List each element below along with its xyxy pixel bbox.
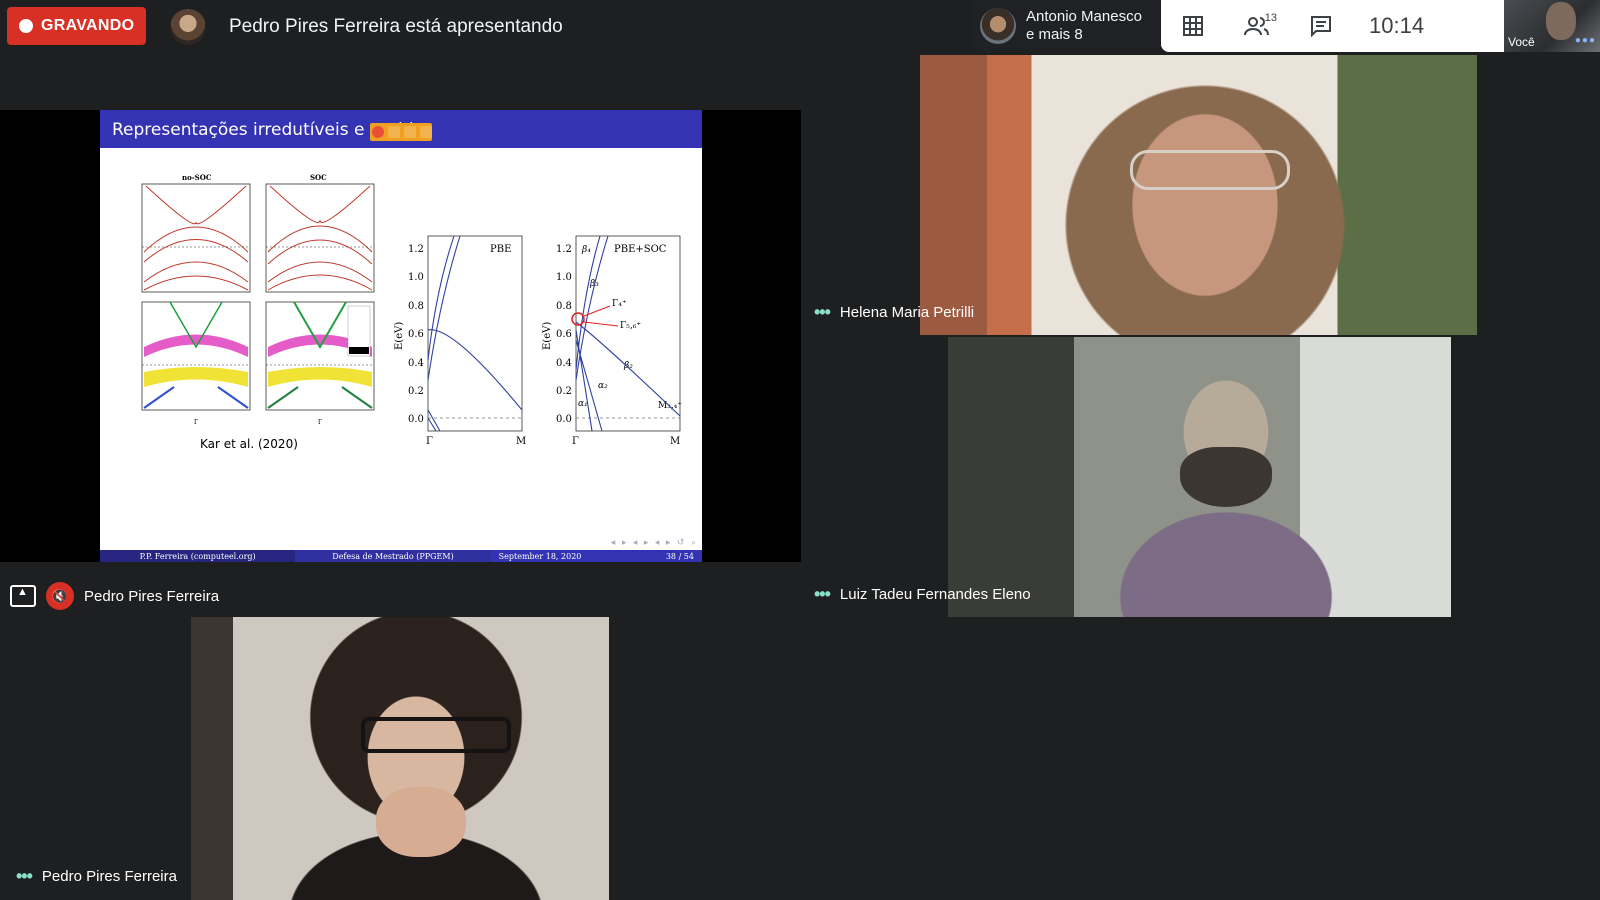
screen-icon <box>420 126 432 138</box>
meeting-clock: 10:14 <box>1369 13 1425 38</box>
panel-label-nosoc: no-SOC <box>182 173 212 182</box>
self-label: Você <box>1508 35 1535 49</box>
chip-more: e mais 8 <box>1026 26 1083 43</box>
pbe-ytick: 0.8 <box>408 301 424 312</box>
participants-chip[interactable]: Antonio Manesco e mais 8 <box>974 0 1160 52</box>
pbe-ytick: 0.4 <box>408 358 424 369</box>
chat-icon <box>1311 16 1331 37</box>
svg-text:α₁: α₁ <box>578 399 588 409</box>
soc-ytick: 0.4 <box>556 358 572 369</box>
participant-name: Helena Maria Petrilli <box>839 304 975 321</box>
participants-button[interactable]: 13 <box>1225 0 1289 52</box>
soc-ytick: 0.2 <box>556 386 572 397</box>
mic-off-icon: 🔇 <box>46 582 74 610</box>
slide-citation: Kar et al. (2020) <box>200 437 298 451</box>
audio-indicator-icon: ••• <box>814 302 831 322</box>
pbe-axis-m: M <box>516 436 526 447</box>
record-dot-icon <box>19 19 33 33</box>
presentation-slide: Representações irredutíveis e parid no-S… <box>100 110 702 562</box>
presentation-info-bar: 🔇 Pedro Pires Ferreira <box>0 578 219 614</box>
slide-header: Representações irredutíveis e parid <box>100 110 702 148</box>
footer-page: 38 / 54 <box>665 551 694 561</box>
presentation-tile: Representações irredutíveis e parid no-S… <box>0 110 801 562</box>
audio-indicator-icon: ••• <box>814 584 831 604</box>
grid-icon <box>1183 16 1203 36</box>
participant-label-pedro: ••• Pedro Pires Ferreira <box>16 866 177 887</box>
camera-icon <box>388 126 400 138</box>
participant-beard <box>1180 447 1272 507</box>
pbe-soc-band-plot: 1.2 1.0 0.8 0.6 0.4 0.2 0.0 PBE+SOC Γ M … <box>542 235 682 447</box>
more-options-icon[interactable]: ●●● <box>1575 35 1596 46</box>
self-view-tile[interactable]: Você ●●● <box>1504 0 1600 52</box>
chip-name: Antonio Manesco <box>1026 8 1142 25</box>
participant-glasses <box>1130 150 1290 190</box>
axis-label-gamma: Γ <box>318 419 322 426</box>
pbe-band-plot: 1.2 1.0 0.8 0.6 0.4 0.2 0.0 PBE Γ M E(eV… <box>394 235 526 447</box>
soc-panel-label: PBE+SOC <box>614 244 667 255</box>
soc-ytick: 1.2 <box>556 244 572 255</box>
participant-count: 13 <box>1264 12 1277 24</box>
self-video <box>1546 2 1576 40</box>
footer-author: P.P. Ferreira (computeel.org) <box>100 550 296 562</box>
presentation-owner-name: Pedro Pires Ferreira <box>84 587 220 605</box>
participant-name: Pedro Pires Ferreira <box>41 868 177 885</box>
soc-ytick: 0.8 <box>556 301 572 312</box>
pbe-ytick: 1.2 <box>408 244 424 255</box>
mic-icon <box>404 126 416 138</box>
pbe-ytick: 0.0 <box>408 414 424 425</box>
firefox-icon <box>372 126 384 138</box>
participant-label-luiz: ••• Luiz Tadeu Fernandes Eleno <box>814 584 1031 605</box>
pbe-panel-label: PBE <box>490 244 511 255</box>
participant-name: Luiz Tadeu Fernandes Eleno <box>839 586 1031 603</box>
pbe-ylabel: E(eV) <box>394 322 405 350</box>
footer-event: Defesa de Mestrado (PPGEM) <box>295 550 491 562</box>
svg-text:β₂: β₂ <box>623 361 633 371</box>
pbe-ytick: 0.6 <box>408 329 424 340</box>
soc-axis-gamma: Γ <box>572 436 579 447</box>
participant-video-helena <box>920 55 1477 335</box>
participant-video-pedro <box>191 617 609 900</box>
soc-axis-m: M <box>670 436 680 447</box>
participant-video-luiz <box>948 337 1451 617</box>
grid-layout-button[interactable] <box>1161 0 1225 52</box>
recording-label: GRAVANDO <box>41 17 135 34</box>
browser-sharing-popup[interactable] <box>370 123 432 141</box>
participant-glasses <box>361 717 511 753</box>
presenter-banner: Pedro Pires Ferreira está apresentando <box>229 16 563 37</box>
recording-badge: GRAVANDO <box>7 7 146 45</box>
footer-date-page: September 18, 2020 38 / 54 <box>490 550 702 562</box>
pbe-axis-gamma: Γ <box>426 436 433 447</box>
svg-text:Γ₄⁺: Γ₄⁺ <box>612 299 627 309</box>
participant-hand <box>376 787 466 857</box>
slide-title: Representações irredutíveis e parid <box>112 120 414 140</box>
slide-footer: P.P. Ferreira (computeel.org) Defesa de … <box>100 550 702 562</box>
band-structure-figure-kar: no-SOC SOC Γ Γ <box>141 173 375 426</box>
soc-ylabel: E(eV) <box>542 322 553 350</box>
avatar <box>980 8 1016 44</box>
svg-text:β₄: β₄ <box>581 245 591 255</box>
beamer-navigation-icons: ◂ ▸ ◂ ▸ ◂ ▸ ↺ ⌕ <box>610 537 698 547</box>
audio-indicator-icon: ••• <box>16 866 33 886</box>
soc-ytick: 0.0 <box>556 414 572 425</box>
presenter-avatar <box>170 9 206 45</box>
footer-date: September 18, 2020 <box>498 551 582 561</box>
participant-label-helena: ••• Helena Maria Petrilli <box>814 302 974 323</box>
meeting-toolbar: 13 10:14 <box>1161 0 1504 52</box>
panel-label-soc: SOC <box>310 173 327 182</box>
pbe-ytick: 1.0 <box>408 272 424 283</box>
svg-text:α₂: α₂ <box>598 381 608 391</box>
pbe-ytick: 0.2 <box>408 386 424 397</box>
present-screen-icon <box>10 585 36 607</box>
chat-button[interactable] <box>1289 0 1353 52</box>
axis-label-gamma: Γ <box>194 419 198 426</box>
svg-text:Γ₅,₆⁺: Γ₅,₆⁺ <box>620 321 641 331</box>
soc-ytick: 1.0 <box>556 272 572 283</box>
soc-ytick: 0.6 <box>556 329 572 340</box>
